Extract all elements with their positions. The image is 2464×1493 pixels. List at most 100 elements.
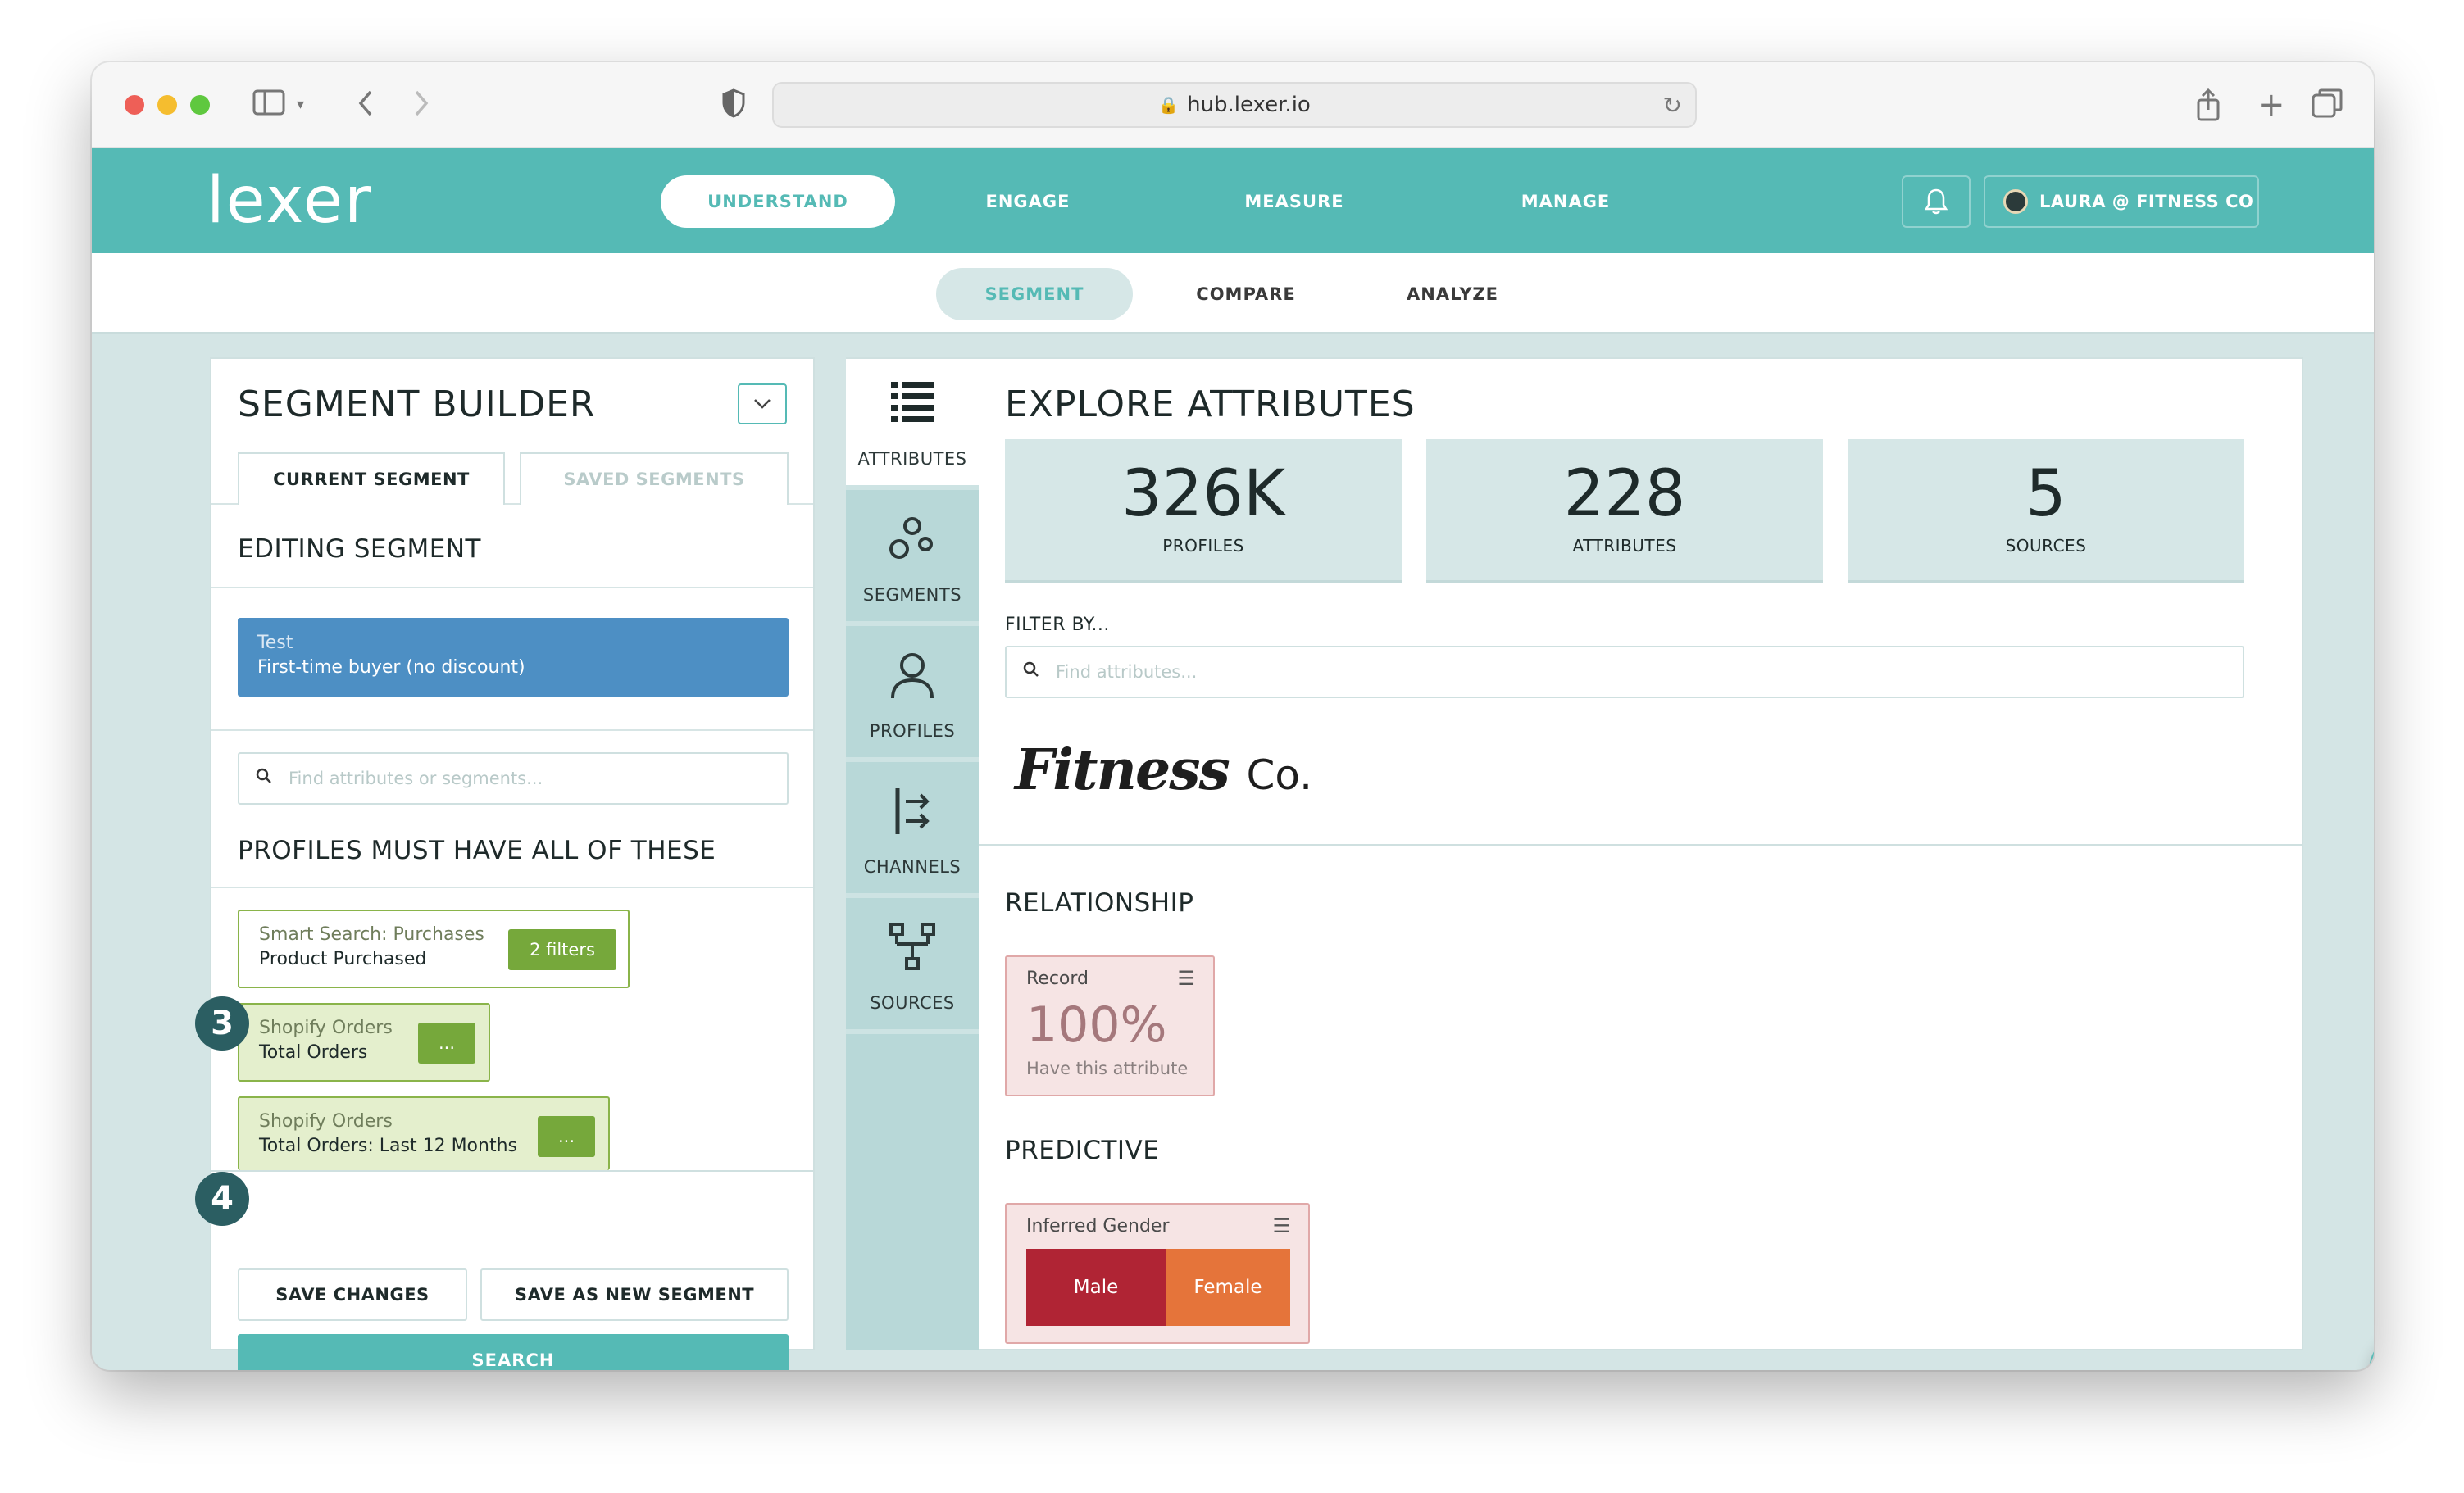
card-name: Inferred Gender	[1026, 1216, 1170, 1237]
browser-titlebar: ▾ 🔒 hub.lexer.io ↻ +	[92, 62, 2374, 148]
explore-rail: ATTRIBUTES SEGMENTS PROFILES CHANNELS SO…	[846, 357, 979, 1350]
filter-by-label: FILTER BY...	[1005, 615, 1110, 635]
step-badge-3: 3	[195, 996, 249, 1051]
section-divider	[211, 887, 813, 888]
nav-understand[interactable]: UNDERSTAND	[661, 175, 895, 228]
lexer-logo[interactable]: lexer	[207, 169, 372, 233]
list-icon	[891, 382, 934, 422]
relationship-heading: RELATIONSHIP	[1005, 888, 1194, 918]
stat-profiles: 326K PROFILES	[1005, 439, 1402, 583]
tab-compare[interactable]: COMPARE	[1172, 268, 1320, 320]
channels-icon	[895, 788, 930, 834]
explore-attributes-panel: EXPLORE ATTRIBUTES 326K PROFILES 228 ATT…	[979, 357, 2303, 1350]
chevron-down-icon[interactable]: ▾	[297, 88, 304, 121]
segments-icon	[889, 517, 933, 559]
segment-builder-dropdown[interactable]	[738, 383, 787, 424]
must-have-heading: PROFILES MUST HAVE ALL OF THESE	[238, 836, 716, 865]
sources-icon	[889, 923, 935, 970]
segment-builder-panel: SEGMENT BUILDER CURRENT SEGMENT SAVED SE…	[210, 357, 815, 1370]
rail-label: CHANNELS	[863, 857, 962, 877]
chevron-down-icon	[754, 399, 771, 409]
filter-count-badge[interactable]: 2 filters	[508, 929, 616, 970]
nav-manage[interactable]: MANAGE	[1492, 175, 1639, 228]
address-bar[interactable]: 🔒 hub.lexer.io ↻	[772, 82, 1697, 128]
nav-engage[interactable]: ENGAGE	[954, 175, 1102, 228]
avatar	[2003, 189, 2028, 214]
brand-script: Fitness	[1015, 737, 1230, 803]
sidebar-toggle-icon[interactable]	[252, 88, 285, 125]
new-tab-icon[interactable]: +	[2257, 88, 2285, 121]
rail-profiles[interactable]: PROFILES	[846, 631, 979, 762]
segment-search-input[interactable]	[289, 769, 787, 788]
rail-label: ATTRIBUTES	[857, 449, 967, 469]
menu-icon[interactable]: ☰	[1272, 1214, 1290, 1237]
stat-attributes: 228 ATTRIBUTES	[1426, 439, 1823, 583]
stat-value: 5	[2025, 457, 2066, 531]
stat-value: 326K	[1121, 457, 1286, 531]
back-arrow-icon[interactable]	[356, 88, 375, 127]
url-text: hub.lexer.io	[1187, 93, 1311, 117]
save-as-new-segment-button[interactable]: SAVE AS NEW SEGMENT	[480, 1268, 789, 1321]
rail-label: PROFILES	[869, 721, 956, 741]
attribute-search-box	[1005, 646, 2244, 698]
step-badge-4: 4	[195, 1172, 249, 1226]
filter-options-button[interactable]: ...	[418, 1023, 475, 1064]
privacy-shield-icon[interactable]	[721, 88, 746, 127]
tab-analyze[interactable]: ANALYZE	[1379, 268, 1526, 320]
card-value: 100%	[1026, 996, 1167, 1054]
app-header: lexer UNDERSTAND ENGAGE MEASURE MANAGE L…	[92, 148, 2374, 253]
minimize-window-button[interactable]	[157, 95, 177, 115]
gender-female-segment[interactable]: Female	[1166, 1249, 1290, 1326]
sub-navigation: SEGMENT COMPARE ANALYZE	[92, 253, 2374, 334]
predictive-heading: PREDICTIVE	[1005, 1136, 1160, 1165]
person-icon	[891, 653, 934, 699]
segment-builder-title: SEGMENT BUILDER	[238, 383, 596, 425]
segment-search-box	[238, 752, 789, 805]
segment-label: Test	[257, 633, 293, 653]
user-menu-button[interactable]: LAURA @ FITNESS CO	[1984, 175, 2259, 228]
tab-segment[interactable]: SEGMENT	[936, 268, 1133, 320]
search-button[interactable]: SEARCH	[238, 1334, 789, 1370]
gender-male-segment[interactable]: Male	[1026, 1249, 1166, 1326]
card-caption: Have this attribute	[1026, 1059, 1189, 1078]
section-divider	[979, 844, 2302, 846]
rail-attributes[interactable]: ATTRIBUTES	[846, 359, 979, 490]
filter-options-button[interactable]: ...	[538, 1116, 595, 1157]
rail-label: SOURCES	[870, 993, 955, 1013]
search-icon	[1023, 661, 1039, 683]
tab-overview-icon[interactable]	[2312, 88, 2343, 127]
maximize-window-button[interactable]	[190, 95, 210, 115]
save-changes-button[interactable]: SAVE CHANGES	[238, 1268, 467, 1321]
stat-label: ATTRIBUTES	[1572, 536, 1677, 556]
stat-label: SOURCES	[2005, 536, 2087, 556]
record-attribute-card[interactable]: Record ☰ 100% Have this attribute	[1005, 955, 1215, 1096]
forward-arrow-icon[interactable]	[411, 88, 431, 127]
inferred-gender-card[interactable]: Inferred Gender ☰ Male Female	[1005, 1203, 1310, 1344]
share-icon[interactable]	[2195, 88, 2221, 130]
chat-launcher-button[interactable]	[2369, 1331, 2374, 1370]
browser-window: ▾ 🔒 hub.lexer.io ↻ + lexer UNDERSTAND EN…	[92, 62, 2374, 1370]
rail-segments[interactable]: SEGMENTS	[846, 495, 979, 626]
section-divider	[211, 587, 813, 588]
attribute-search-input[interactable]	[1056, 662, 2243, 682]
menu-icon[interactable]: ☰	[1177, 967, 1195, 990]
bell-icon	[1924, 188, 1948, 215]
card-name: Record	[1026, 969, 1089, 989]
rail-channels[interactable]: CHANNELS	[846, 767, 979, 898]
filter-card-total-orders-12m[interactable]: Shopify Orders Total Orders: Last 12 Mon…	[238, 1096, 610, 1170]
tab-current-segment[interactable]: CURRENT SEGMENT	[238, 452, 505, 505]
explore-title: EXPLORE ATTRIBUTES	[1005, 383, 1416, 425]
stat-label: PROFILES	[1162, 536, 1244, 556]
stat-sources: 5 SOURCES	[1848, 439, 2244, 583]
rail-sources[interactable]: SOURCES	[846, 903, 979, 1034]
reload-icon[interactable]: ↻	[1663, 92, 1682, 119]
filter-card-product-purchased[interactable]: Smart Search: Purchases Product Purchase…	[238, 910, 630, 988]
nav-measure[interactable]: MEASURE	[1216, 175, 1372, 228]
tab-saved-segments[interactable]: SAVED SEGMENTS	[520, 452, 789, 505]
close-window-button[interactable]	[125, 95, 144, 115]
section-divider	[211, 729, 813, 731]
editing-segment-card[interactable]: Test First-time buyer (no discount)	[238, 618, 789, 697]
filter-card-total-orders[interactable]: Shopify Orders Total Orders ...	[238, 1003, 490, 1082]
notifications-button[interactable]	[1902, 175, 1971, 228]
lock-icon: 🔒	[1158, 95, 1180, 115]
